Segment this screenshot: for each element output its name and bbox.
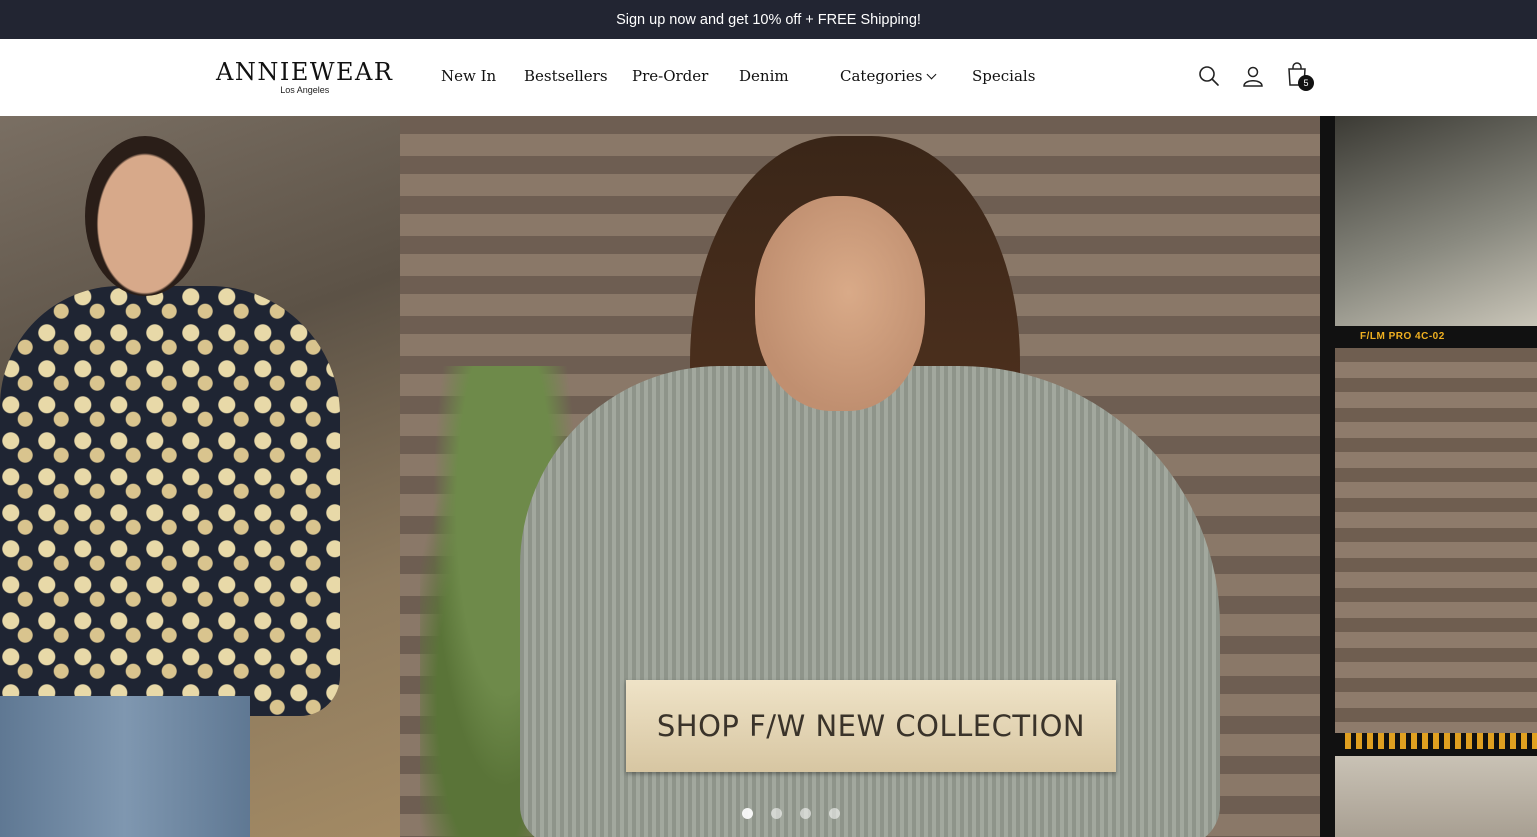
site-header: ANNIEWEAR Los Angeles New In Bestsellers…: [0, 39, 1537, 117]
logo[interactable]: ANNIEWEAR Los Angeles: [216, 59, 393, 96]
search-icon: [1199, 66, 1219, 86]
announcement-bar: Sign up now and get 10% off + FREE Shipp…: [0, 0, 1537, 39]
hero-image-main: SHOP F/W NEW COLLECTION: [400, 116, 1320, 837]
nav-item-bestsellers[interactable]: Bestsellers: [524, 67, 608, 85]
search-button[interactable]: [1197, 64, 1223, 90]
nav-item-categories[interactable]: Categories: [840, 67, 936, 85]
nav-item-denim[interactable]: Denim: [739, 67, 789, 85]
nav-item-new-in[interactable]: New In: [441, 67, 496, 85]
shop-collection-button[interactable]: SHOP F/W NEW COLLECTION: [626, 680, 1116, 772]
shop-collection-label: SHOP F/W NEW COLLECTION: [656, 709, 1086, 743]
logo-subtitle: Los Angeles: [280, 85, 330, 95]
hero-image-left: [0, 116, 400, 837]
hero-image-film-strip: F/LM PRO 4C-02: [1320, 116, 1537, 837]
nav-item-categories-label: Categories: [840, 67, 923, 85]
film-frame-middle: [1335, 348, 1537, 733]
carousel-dot-2[interactable]: [771, 808, 782, 819]
film-label: F/LM PRO 4C-02: [1360, 331, 1445, 342]
chevron-down-icon: [926, 69, 936, 80]
account-icon: [1243, 66, 1263, 87]
carousel-dot-4[interactable]: [829, 808, 840, 819]
model-floral-blouse: [0, 286, 340, 716]
announcement-text: Sign up now and get 10% off + FREE Shipp…: [616, 11, 921, 28]
nav-item-pre-order[interactable]: Pre-Order: [632, 67, 708, 85]
film-frame-bottom: [1335, 756, 1537, 837]
model-head: [85, 136, 205, 296]
model-face: [755, 196, 925, 411]
cart-count-badge: 5: [1298, 75, 1314, 91]
model-jeans: [0, 696, 250, 837]
account-button[interactable]: [1241, 64, 1267, 90]
carousel-dot-3[interactable]: [800, 808, 811, 819]
logo-name: ANNIEWEAR: [216, 58, 394, 86]
carousel-dot-1[interactable]: [742, 808, 753, 819]
carousel-dots: [742, 808, 840, 819]
nav-item-specials[interactable]: Specials: [972, 67, 1035, 85]
hero-carousel[interactable]: SHOP F/W NEW COLLECTION F/LM PRO 4C-02: [0, 116, 1537, 837]
film-edge-strip: [1345, 733, 1537, 749]
film-frame-top: [1335, 116, 1537, 326]
